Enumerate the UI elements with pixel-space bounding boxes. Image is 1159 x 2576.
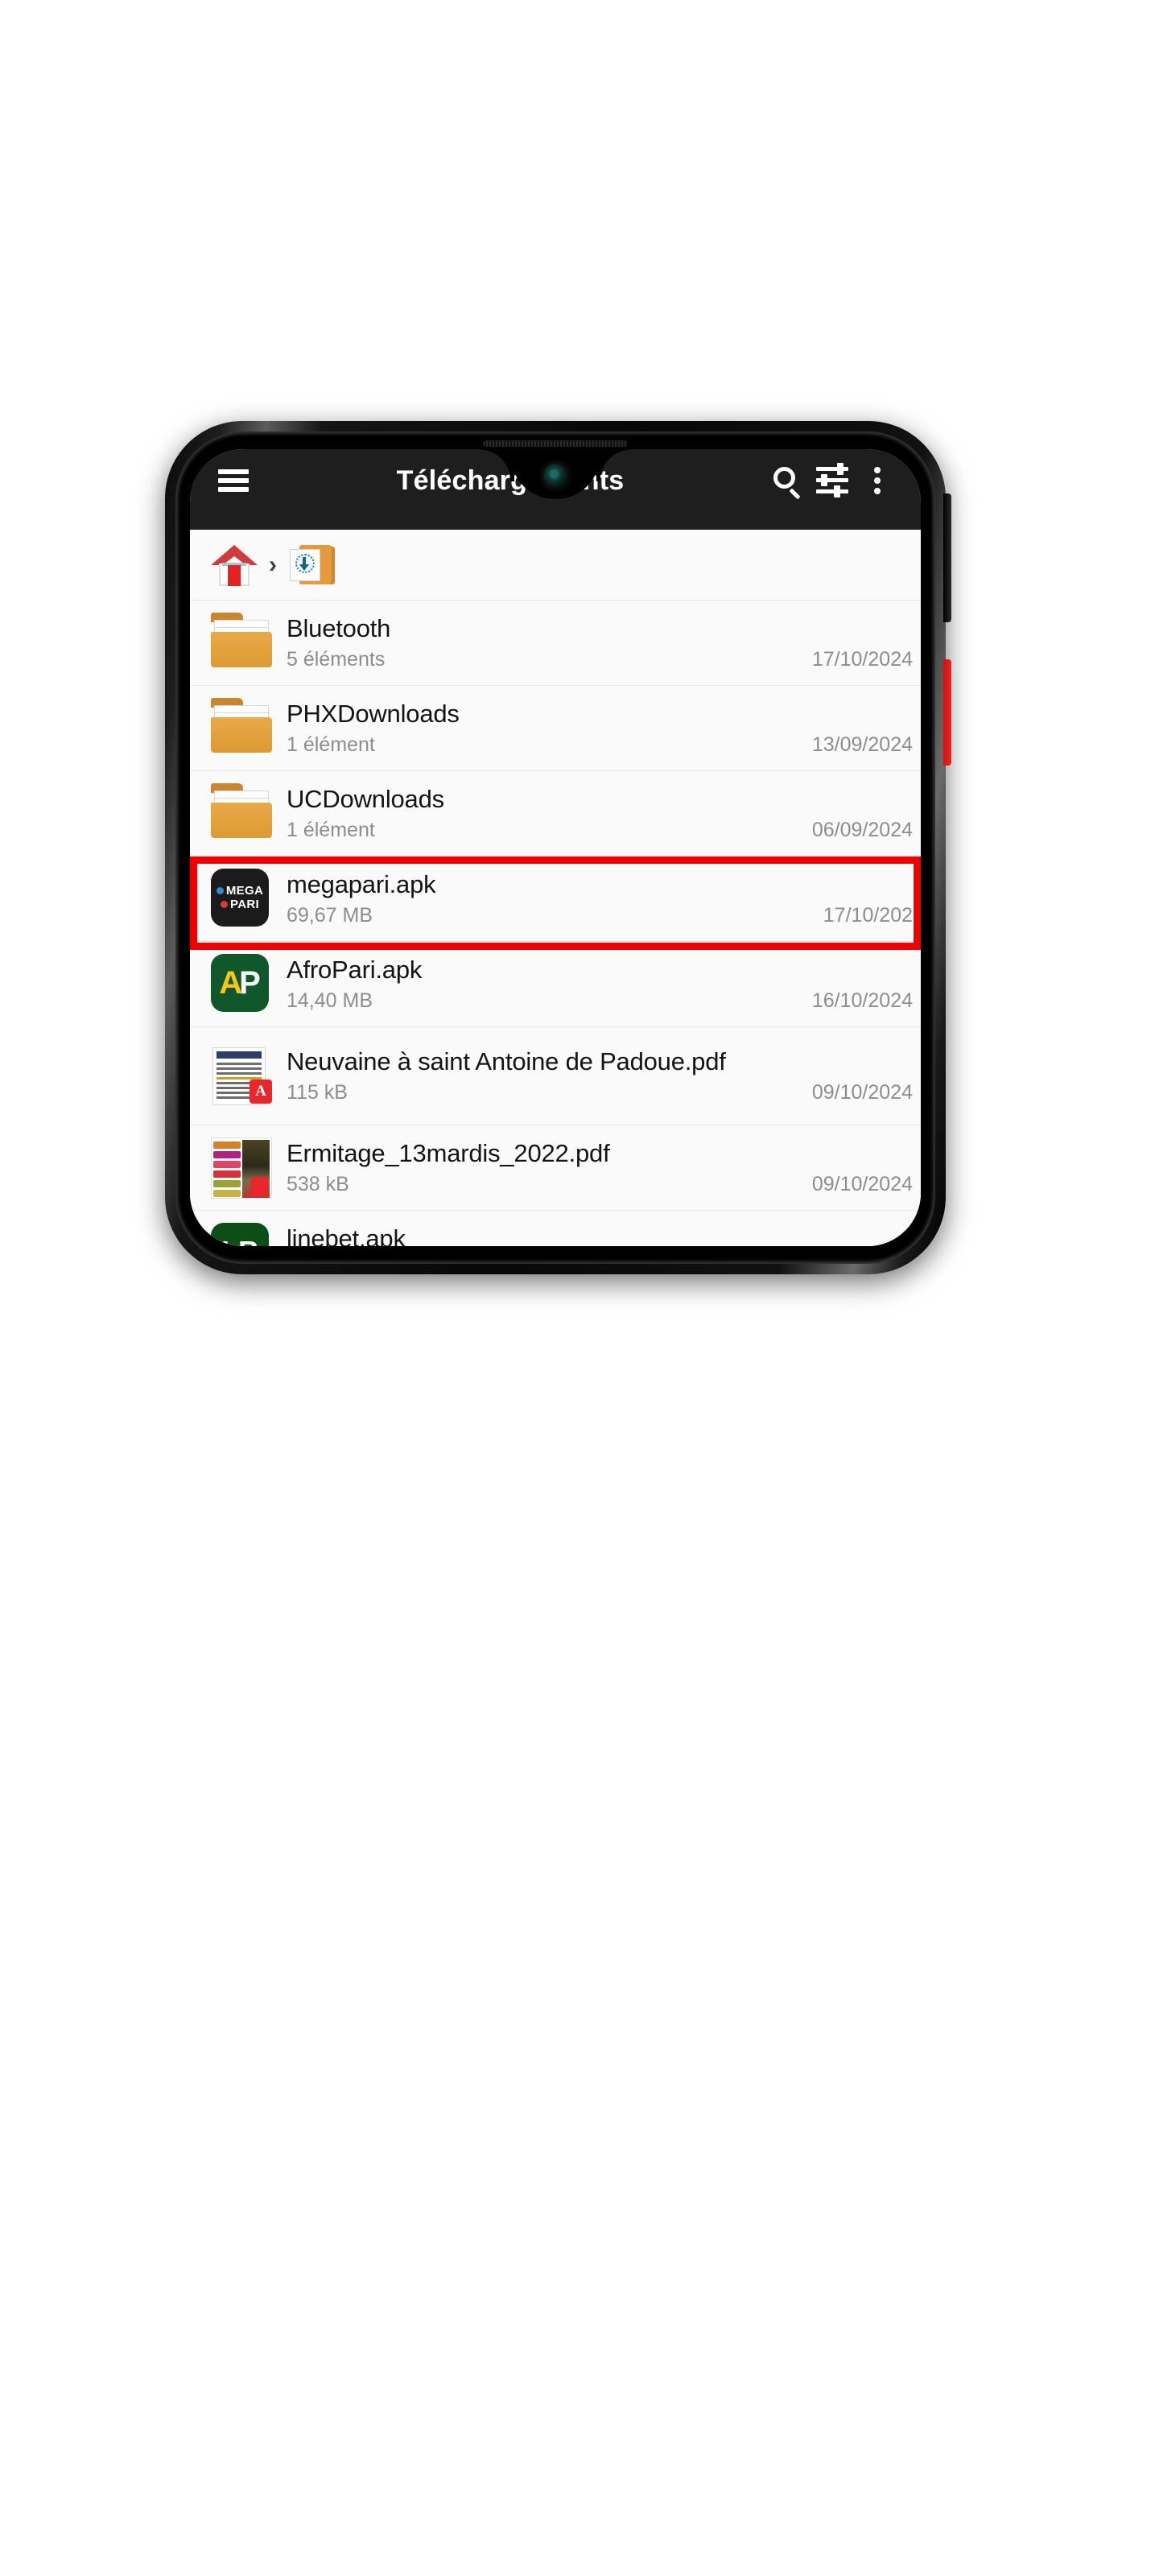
file-size: 1 élément <box>287 733 375 756</box>
file-name: Neuvaine à saint Antoine de Padoue.pdf <box>287 1047 726 1076</box>
folder-icon <box>211 697 272 759</box>
file-date: 16/10/2024 <box>811 989 913 1012</box>
file-date: 09/10/2024 <box>811 1080 913 1104</box>
file-name: UCDownloads <box>287 785 444 814</box>
list-item[interactable]: Ermitage_13mardis_2022.pdf 538 kB 09/10/… <box>190 1125 921 1211</box>
file-date: 17/10/202 <box>823 903 913 927</box>
highlighted-row-wrapper: MEGA PARI megapari.apk 69,67 MB 17/10/20… <box>190 857 921 950</box>
breadcrumb: › <box>190 530 921 601</box>
file-size: 69,67 MB <box>287 903 373 927</box>
file-date: 06/09/2024 <box>811 818 913 841</box>
hamburger-menu-icon[interactable] <box>211 458 256 503</box>
pdf-book-icon <box>211 1137 272 1199</box>
file-name: megapari.apk <box>287 870 436 899</box>
home-icon[interactable] <box>211 543 258 587</box>
file-name: AfroPari.apk <box>287 956 423 985</box>
list-item[interactable]: Neuvaine à saint Antoine de Padoue.pdf 1… <box>190 1027 921 1125</box>
file-size: 14,40 MB <box>287 989 373 1012</box>
file-name: linebet.apk <box>287 1224 406 1246</box>
file-date: 09/10/2024 <box>811 1172 913 1195</box>
folder-icon <box>211 612 272 674</box>
file-size: 1 élément <box>287 818 375 841</box>
file-date: 17/10/2024 <box>811 647 913 671</box>
phone-device-frame: Téléchargements › Bluetooth 5 éléments 1… <box>165 421 951 1274</box>
list-item[interactable]: AP AfroPari.apk 14,40 MB 16/10/2024 <box>190 942 921 1027</box>
list-item[interactable]: Bluetooth 5 éléments 17/10/2024 <box>190 601 921 686</box>
folder-icon <box>211 782 272 844</box>
search-icon[interactable] <box>765 458 810 503</box>
megapari-app-icon: MEGA PARI <box>211 868 272 930</box>
list-item[interactable]: PHXDownloads 1 élément 13/09/2024 <box>190 686 921 771</box>
file-name: Bluetooth <box>287 614 391 643</box>
more-vertical-icon[interactable] <box>855 458 900 503</box>
sort-settings-icon[interactable] <box>810 458 855 503</box>
pdf-document-icon <box>211 1046 272 1107</box>
file-size: 5 éléments <box>287 647 386 671</box>
phone-screen: Téléchargements › Bluetooth 5 éléments 1… <box>190 449 921 1246</box>
earpiece-speaker <box>483 440 628 447</box>
file-size: 115 kB <box>287 1080 348 1104</box>
file-name: PHXDownloads <box>287 700 460 729</box>
power-button[interactable] <box>943 659 951 766</box>
volume-rocker-button[interactable] <box>943 493 951 622</box>
list-item[interactable]: LB linebet.apk 73,05 MB 01/10/2024 <box>190 1211 921 1246</box>
page-canvas: Téléchargements › Bluetooth 5 éléments 1… <box>0 0 1159 2576</box>
list-item[interactable]: MEGA PARI megapari.apk 69,67 MB 17/10/20… <box>190 857 921 942</box>
afropari-app-icon: AP <box>211 953 272 1015</box>
file-list: Bluetooth 5 éléments 17/10/2024 PHXDownl… <box>190 601 921 1246</box>
file-date: 13/09/2024 <box>811 733 913 756</box>
file-size: 538 kB <box>287 1172 349 1195</box>
linebet-app-icon: LB <box>211 1222 272 1246</box>
breadcrumb-separator: › <box>269 551 277 578</box>
list-item[interactable]: UCDownloads 1 élément 06/09/2024 <box>190 771 921 857</box>
phone-bezel: Téléchargements › Bluetooth 5 éléments 1… <box>175 431 935 1264</box>
downloads-folder-icon[interactable] <box>288 543 335 587</box>
app-bar: Téléchargements <box>190 449 921 530</box>
file-name: Ermitage_13mardis_2022.pdf <box>287 1139 610 1168</box>
app-title: Téléchargements <box>396 464 625 496</box>
